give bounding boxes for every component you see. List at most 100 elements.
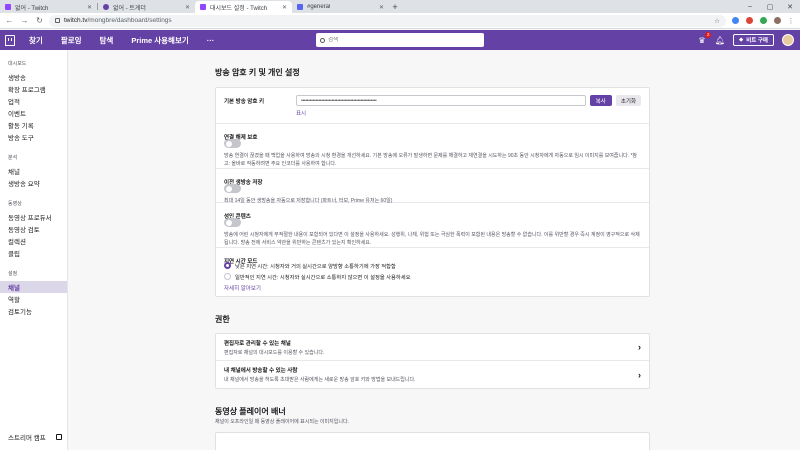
search-input[interactable] [328, 37, 478, 43]
browser-tab-active[interactable]: 대시보드 설정 - Twitch ✕ [195, 1, 292, 13]
avatar[interactable] [782, 34, 794, 46]
sidebar-item-events[interactable]: 이벤트 [0, 107, 67, 119]
sidebar-item-channel-settings[interactable]: 채널 [0, 281, 67, 293]
sidebar-item-activity[interactable]: 활동 기록 [0, 119, 67, 131]
nav-browse[interactable]: 찾기 [20, 35, 52, 46]
broadcast-permission-title: 내 채널에서 방송할 수 있는 사람 [224, 368, 298, 374]
disconnect-protection-desc: 방송 연결이 끊겼을 때 백업을 사용하여 방송의 시청 환경을 개선하세요. … [224, 153, 638, 167]
broadcast-permission-row[interactable]: 내 채널에서 방송할 수 있는 사람 내 채널에서 방송을 허도록 초대받은 사… [216, 361, 649, 388]
latency-low-option[interactable]: 낮은 지연 시간: 시청자와 거의 실시간으로 양방향 소통하기에 가장 적합함 [224, 261, 641, 270]
maximize-icon[interactable]: ▢ [760, 3, 780, 11]
close-tab-icon[interactable]: ✕ [185, 4, 190, 11]
disconnect-protection-row: 연결 해제 보호 방송 연결이 끊겼을 때 백업을 사용하여 방송의 시청 환경… [216, 124, 649, 169]
browser-toolbar: ← → ↻ twitch.tv/mongbre/dashboard/settin… [0, 13, 800, 29]
editor-channels-sub: 편집자로 채널의 대시보드를 이용할 수 있습니다. [224, 349, 325, 356]
broadcast-permission-sub: 내 채널에서 방송을 허도록 초대받은 사람에게는 새로운 방송 암호 키와 방… [224, 377, 416, 383]
radio-unselected-icon[interactable] [224, 273, 231, 280]
window-controls: – ▢ ✕ [740, 0, 800, 13]
mature-content-toggle[interactable] [224, 218, 241, 227]
discord-favicon-icon [297, 4, 303, 10]
sidebar-item-video-review[interactable]: 동영상 검토 [0, 223, 67, 235]
copy-key-button[interactable]: 복사 [589, 95, 612, 106]
menu-kebab-icon[interactable]: ⋮ [786, 16, 796, 26]
main-content: 방송 암호 키 및 개인 설정 기본 방송 암호 키 •••••••••••••… [68, 50, 800, 450]
streamer-camp-link[interactable]: 스트리머 캠프 [0, 432, 68, 442]
url-host: twitch.tv [64, 17, 88, 24]
twitch-favicon-icon [5, 4, 11, 10]
tab-title: #general [307, 4, 331, 10]
sidebar-item-collections[interactable]: 컬렉션 [0, 235, 67, 247]
extension-icon[interactable] [758, 16, 768, 26]
sidebar-item-broadcast-tools[interactable]: 방송 도구 [0, 131, 67, 143]
stream-key-label: 기본 방송 암호 키 [224, 99, 265, 105]
streamer-camp-label: 스트리머 캠프 [8, 435, 46, 442]
crown-icon[interactable]: ♛ 2 [697, 32, 711, 45]
radio-selected-icon[interactable] [224, 262, 231, 269]
sidebar-item-channel-analytics[interactable]: 채널 [0, 165, 67, 177]
sidebar-item-extensions[interactable]: 확장 프로그램 [0, 83, 67, 95]
browser-tab[interactable]: 없어 - 트게더 ✕ [98, 1, 195, 13]
section-title-player-banner: 동영상 플레이어 배너 [215, 407, 286, 416]
sidebar-item-video-producer[interactable]: 동영상 프로듀서 [0, 211, 67, 223]
sidebar-item-live[interactable]: 생방송 [0, 71, 67, 83]
latency-normal-option[interactable]: 일반적인 지연 시간: 시청자와 실시간으로 소통하지 않으면 이 설정을 사용… [224, 272, 641, 281]
close-tab-icon[interactable]: ✕ [282, 4, 287, 11]
player-banner-card [215, 432, 650, 450]
store-broadcasts-toggle[interactable] [224, 184, 241, 193]
search-box[interactable] [316, 33, 484, 47]
nav-following[interactable]: 팔로잉 [52, 35, 91, 46]
nav-more-icon[interactable]: ··· [198, 36, 224, 45]
back-icon[interactable]: ← [4, 15, 15, 26]
search-icon [320, 37, 325, 43]
sidebar-section-title: 설정 [8, 271, 18, 277]
store-broadcasts-row: 이전 생방송 저장 최대 14일 동안 생방송을 자동으로 저장합니다 (파트너… [216, 169, 649, 204]
tab-title: 없어 - Twitch [15, 5, 49, 12]
sidebar-item-clips[interactable]: 클립 [0, 247, 67, 259]
stream-key-field[interactable]: ••••••••••••••••••••••••••••••••••••••••… [296, 95, 586, 106]
twitch-favicon-icon [200, 4, 206, 10]
bookmark-star-icon[interactable]: ☆ [714, 17, 720, 25]
player-banner-desc: 채널이 오프라인일 때 동영상 플레이어에 표시되는 이미지입니다. [215, 419, 349, 425]
latency-mode-row: 지연 시간 모드 낮은 지연 시간: 시청자와 거의 실시간으로 양방향 소통하… [216, 248, 649, 296]
latency-normal-label: 일반적인 지연 시간: 시청자와 실시간으로 소통하지 않으면 이 설정을 사용… [235, 274, 411, 281]
twitch-top-nav: 찾기 팔로잉 탐색 Prime 사용해보기 ··· ♛2 🔔︎ ◆ 비트 구매 [0, 30, 800, 50]
twitch-logo-icon[interactable] [0, 30, 20, 50]
bits-icon: ◆ [738, 37, 744, 43]
extension-icon[interactable] [730, 16, 740, 26]
minimize-icon[interactable]: – [740, 3, 760, 10]
learn-more-link[interactable]: 자세히 알아보기 [224, 284, 641, 292]
sidebar-item-moderation[interactable]: 검토기능 [0, 305, 67, 317]
browser-tab-strip: 없어 - Twitch ✕ 없어 - 트게더 ✕ 대시보드 설정 - Twitc… [0, 0, 800, 13]
mature-content-row: 성인 콘텐츠 방송에 어린 시청자에게 부적절한 내용이 포함되어 있다면 이 … [216, 203, 649, 248]
stream-key-row: 기본 방송 암호 키 •••••••••••••••••••••••••••••… [216, 88, 649, 124]
latency-low-label: 낮은 지연 시간: 시청자와 거의 실시간으로 양방향 소통하기에 가장 적합함 [235, 263, 396, 270]
sidebar-item-roles[interactable]: 역할 [0, 293, 67, 305]
nav-discover[interactable]: 탐색 [91, 35, 123, 46]
browser-tab[interactable]: 없어 - Twitch ✕ [0, 1, 97, 13]
disconnect-protection-toggle[interactable] [224, 139, 241, 148]
reset-key-button[interactable]: 초기화 [615, 95, 641, 106]
tab-title: 대시보드 설정 - Twitch [210, 5, 268, 12]
profile-icon[interactable] [772, 16, 782, 26]
lock-icon [55, 18, 60, 23]
notifications-bell-icon[interactable]: 🔔︎ [715, 35, 725, 45]
sidebar-item-stream-summary[interactable]: 생방송 요약 [0, 177, 67, 189]
close-tab-icon[interactable]: ✕ [379, 4, 384, 11]
new-tab-button[interactable]: + [389, 1, 401, 13]
nav-try-prime[interactable]: Prime 사용해보기 [122, 35, 197, 46]
settings-column: 방송 암호 키 및 개인 설정 기본 방송 암호 키 •••••••••••••… [215, 50, 650, 450]
section-title-permissions: 권한 [215, 315, 230, 324]
get-bits-button[interactable]: ◆ 비트 구매 [732, 34, 774, 46]
forward-icon[interactable]: → [19, 15, 30, 26]
sidebar-section-title: 동영상 [8, 201, 22, 207]
sidebar-item-achievements[interactable]: 업적 [0, 95, 67, 107]
editor-channels-row[interactable]: 편집자로 관리할 수 있는 채널 편집자로 채널의 대시보드를 이용할 수 있습… [216, 334, 649, 361]
stream-settings-card: 기본 방송 암호 키 •••••••••••••••••••••••••••••… [215, 87, 650, 297]
close-window-icon[interactable]: ✕ [780, 3, 800, 11]
browser-tab[interactable]: #general ✕ [292, 1, 389, 13]
address-bar[interactable]: twitch.tv/mongbre/dashboard/settings ☆ [49, 14, 726, 27]
close-tab-icon[interactable]: ✕ [87, 4, 92, 11]
reload-icon[interactable]: ↻ [34, 15, 45, 26]
show-key-link[interactable]: 표시 [296, 109, 641, 117]
extension-icon[interactable] [744, 16, 754, 26]
